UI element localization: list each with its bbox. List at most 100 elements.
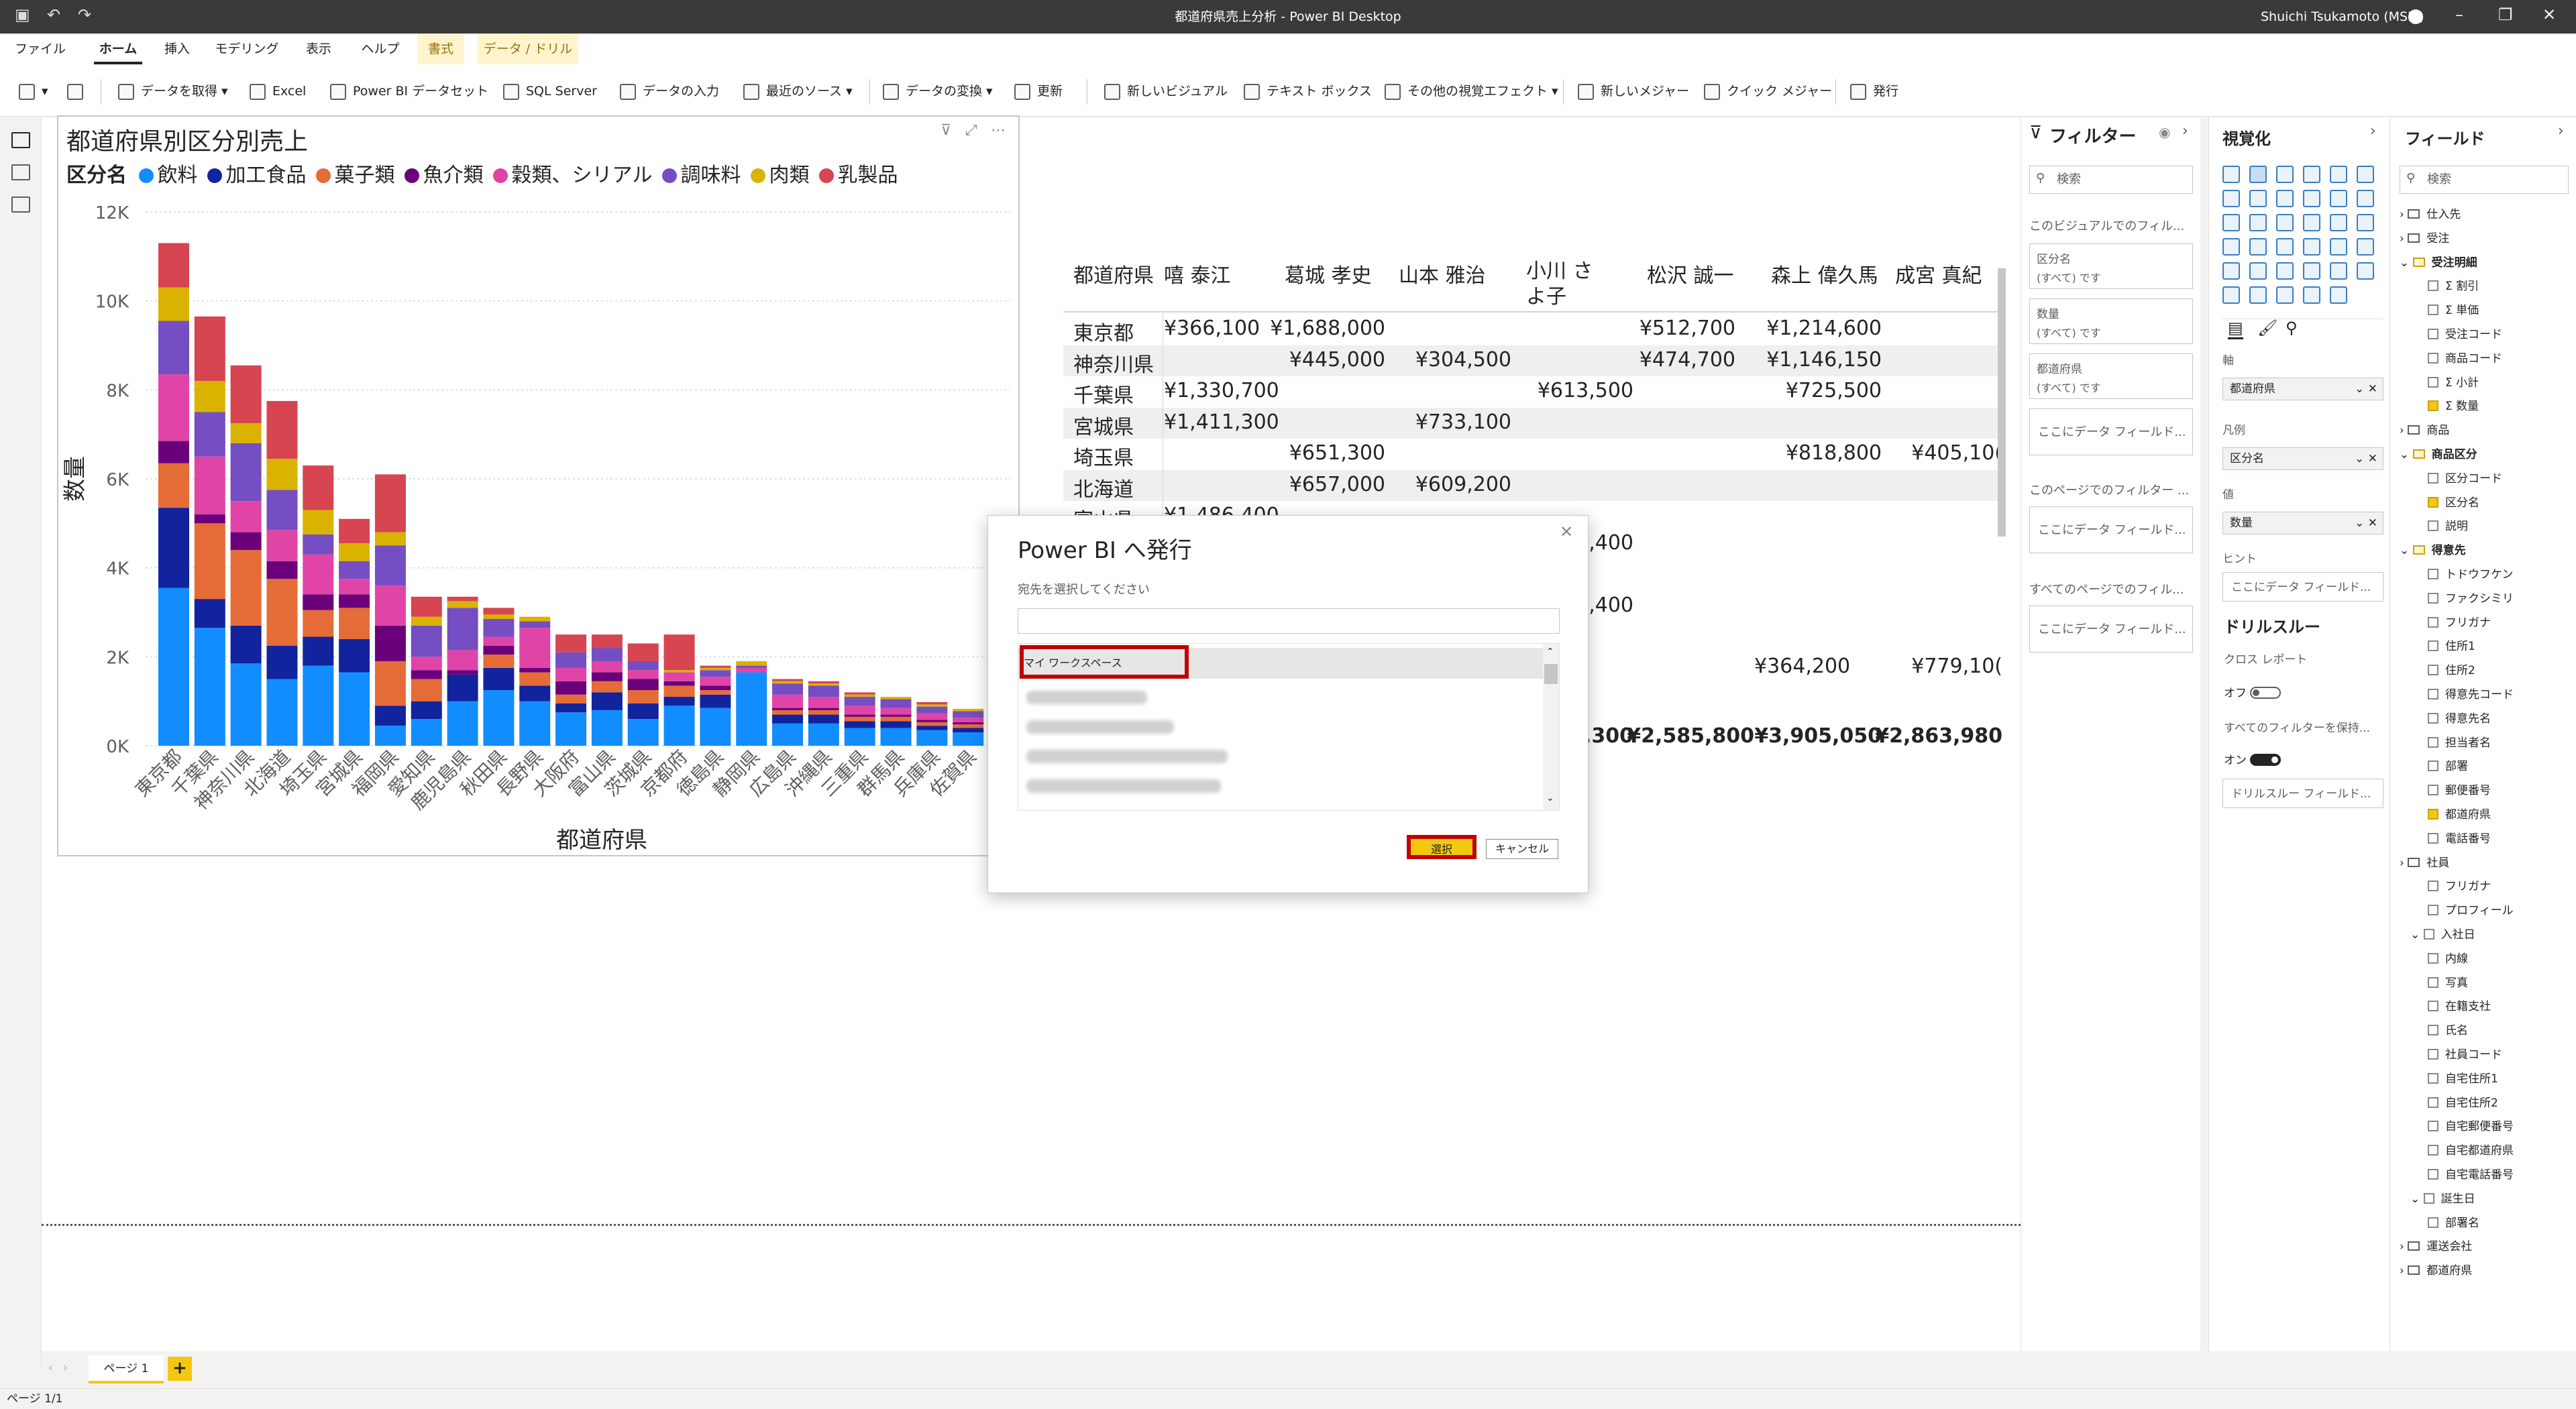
- tooltip-drop[interactable]: ここにデータ フィールド...: [2222, 572, 2383, 602]
- filter-card-category[interactable]: 区分名 (すべて) です: [2029, 243, 2193, 289]
- checkbox[interactable]: [2428, 1096, 2438, 1108]
- field-table[interactable]: ⌄ 得意先: [2400, 541, 2466, 557]
- cross-report-toggle[interactable]: オフ: [2224, 683, 2282, 700]
- stacked-bar-chart-visual[interactable]: 都道府県別区分別売上 ⊽ ⤢ ⋯ 区分名 飲料 加工食品 菓子類 魚介類 穀類、シリアル…: [57, 115, 1020, 856]
- expand-chevron-icon[interactable]: ⌄: [2410, 928, 2424, 942]
- field-item[interactable]: ⌄ 入社日: [2410, 925, 2475, 942]
- legend-item[interactable]: 魚介類: [404, 164, 484, 187]
- remove-icon[interactable]: ⌄ ✕: [2355, 378, 2377, 400]
- checkbox[interactable]: [2428, 1049, 2438, 1060]
- checkbox[interactable]: [2428, 376, 2438, 388]
- format-tab-icon[interactable]: 🖌: [2257, 319, 2277, 337]
- field-item[interactable]: 氏名: [2428, 1021, 2468, 1037]
- checkbox[interactable]: [2428, 832, 2438, 844]
- filter-card-quantity[interactable]: 数量 (すべて) です: [2029, 298, 2193, 344]
- field-item[interactable]: フリガナ: [2428, 613, 2491, 630]
- field-item[interactable]: 自宅住所2: [2428, 1093, 2498, 1110]
- checkbox[interactable]: [2428, 569, 2438, 579]
- data-view-icon[interactable]: [11, 164, 30, 180]
- select-button[interactable]: 選択: [1407, 835, 1477, 859]
- paste-icon[interactable]: ▾: [19, 78, 48, 105]
- visual-type-icon[interactable]: [2276, 190, 2294, 207]
- field-item[interactable]: 得意先コード: [2428, 685, 2514, 701]
- field-item[interactable]: Σ 割引: [2428, 276, 2479, 293]
- field-item[interactable]: 区分コード: [2428, 469, 2502, 486]
- collapse-chevron-icon[interactable]: ›: [2370, 123, 2376, 139]
- field-item[interactable]: 都道府県: [2428, 805, 2491, 822]
- tab-file[interactable]: ファイル: [13, 34, 67, 64]
- tab-home[interactable]: ホーム: [94, 34, 142, 64]
- checkbox[interactable]: [2423, 1192, 2434, 1204]
- matrix-column-header[interactable]: 葛城 孝史: [1285, 259, 1372, 288]
- visual-type-icon[interactable]: [2330, 190, 2347, 207]
- analytics-tab-icon[interactable]: ⚲: [2286, 319, 2298, 337]
- field-item[interactable]: 説明: [2428, 516, 2468, 533]
- checkbox[interactable]: [2428, 329, 2438, 339]
- expand-chevron-icon[interactable]: ⌄: [2400, 256, 2413, 270]
- visual-type-icon[interactable]: [2222, 286, 2240, 304]
- blurred-workspace[interactable]: [1026, 779, 1221, 793]
- visual-type-icon[interactable]: [2222, 166, 2240, 183]
- field-item[interactable]: Σ 小計: [2428, 373, 2479, 390]
- field-item[interactable]: 住所1: [2428, 636, 2475, 653]
- visual-type-icon[interactable]: [2330, 238, 2347, 256]
- checkbox[interactable]: [2428, 496, 2438, 508]
- checkbox[interactable]: [2428, 304, 2438, 316]
- get-data-button[interactable]: データを取得 ▾: [118, 78, 228, 105]
- expand-chevron-icon[interactable]: ›: [2400, 232, 2408, 245]
- blurred-workspace[interactable]: [1026, 691, 1147, 704]
- field-item[interactable]: 受注コード: [2428, 325, 2502, 341]
- matrix-column-header[interactable]: 嘻 泰江: [1164, 259, 1231, 288]
- visual-type-icon[interactable]: [2357, 190, 2374, 207]
- visual-type-icon[interactable]: [2249, 238, 2267, 256]
- visual-type-icon[interactable]: [2303, 214, 2320, 231]
- checkbox[interactable]: [2428, 689, 2438, 699]
- field-table[interactable]: › 社員: [2400, 853, 2449, 870]
- field-item[interactable]: 部署: [2428, 756, 2468, 773]
- visual-type-icon[interactable]: [2303, 166, 2320, 183]
- tab-data-drill[interactable]: データ / ドリル: [478, 34, 578, 64]
- field-item[interactable]: 区分名: [2428, 493, 2479, 510]
- field-item[interactable]: 自宅電話番号: [2428, 1165, 2514, 1182]
- legend-item[interactable]: 穀類、シリアル: [492, 164, 653, 187]
- field-item[interactable]: 在籍支社: [2428, 997, 2491, 1013]
- visual-type-icon[interactable]: [2303, 238, 2320, 256]
- field-item[interactable]: 自宅住所1: [2428, 1069, 2498, 1086]
- checkbox[interactable]: [2428, 1001, 2438, 1012]
- prev-page-icon[interactable]: ‹: [48, 1361, 53, 1375]
- visual-type-icon[interactable]: [2357, 238, 2374, 256]
- visual-type-icon[interactable]: [2330, 286, 2347, 304]
- field-search-input[interactable]: 検索: [2400, 166, 2569, 194]
- scroll-thumb[interactable]: [1544, 664, 1558, 684]
- more-options-icon[interactable]: ⋯: [991, 122, 1006, 139]
- pbi-dataset-button[interactable]: Power BI データセット: [330, 78, 488, 105]
- field-item[interactable]: 部署名: [2428, 1213, 2479, 1230]
- checkbox[interactable]: [2428, 592, 2438, 604]
- legend-well[interactable]: 区分名 ⌄ ✕: [2222, 447, 2383, 470]
- field-item[interactable]: 郵便番号: [2428, 781, 2491, 797]
- enter-data-button[interactable]: データの入力: [620, 78, 719, 105]
- visual-filter-drop[interactable]: ここにデータ フィールド...: [2029, 408, 2193, 455]
- text-box-button[interactable]: テキスト ボックス: [1244, 78, 1372, 105]
- filter-search-input[interactable]: 検索: [2029, 166, 2193, 194]
- keep-filters-toggle[interactable]: オン: [2224, 750, 2282, 767]
- matrix-column-header[interactable]: 森上 偉久馬: [1771, 259, 1878, 288]
- checkbox[interactable]: [2428, 976, 2438, 988]
- legend-item[interactable]: 乳製品: [818, 164, 898, 187]
- field-table[interactable]: ⌄ 商品区分: [2400, 445, 2477, 461]
- field-item[interactable]: 自宅都道府県: [2428, 1141, 2514, 1158]
- checkbox[interactable]: [2428, 520, 2438, 532]
- more-visuals-button[interactable]: その他の視覚エフェクト ▾: [1385, 78, 1558, 105]
- checkbox[interactable]: [2428, 1169, 2438, 1180]
- filter-card-prefecture[interactable]: 都道府県 (すべて) です: [2029, 353, 2193, 399]
- field-table[interactable]: › 都道府県: [2400, 1261, 2472, 1278]
- user-name[interactable]: Shuichi Tsukamoto (MSIT): [2261, 0, 2424, 34]
- field-item[interactable]: Σ 数量: [2428, 396, 2479, 413]
- destination-search-input[interactable]: [1018, 608, 1560, 634]
- filter-icon[interactable]: ⊽: [941, 122, 951, 139]
- refresh-button[interactable]: 更新: [1014, 78, 1063, 105]
- field-item[interactable]: 電話番号: [2428, 829, 2491, 846]
- visual-type-icon[interactable]: [2330, 262, 2347, 280]
- checkbox[interactable]: [2428, 280, 2438, 292]
- matrix-row[interactable]: [1063, 469, 2002, 501]
